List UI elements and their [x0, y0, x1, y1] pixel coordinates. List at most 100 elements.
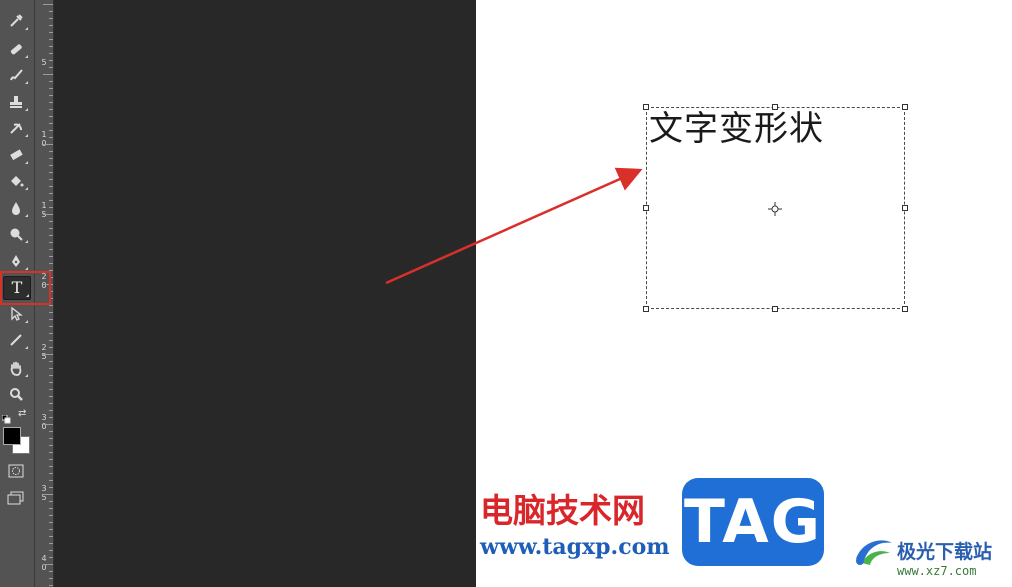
ruler-tick — [49, 46, 53, 47]
handle-bottom-center[interactable] — [772, 306, 778, 312]
ruler-tick — [43, 4, 53, 5]
ruler-tick — [49, 410, 53, 411]
brush-tool[interactable] — [3, 64, 29, 86]
ruler-tick — [49, 221, 53, 222]
ruler-tick — [49, 347, 53, 348]
ruler-tick — [49, 179, 53, 180]
hand-tool[interactable] — [3, 357, 29, 379]
ruler-tick — [49, 137, 53, 138]
watermark-partner-name: 极光下载站 — [897, 541, 993, 563]
ruler-label: 30 — [41, 413, 47, 431]
eraser-tool[interactable] — [3, 144, 29, 166]
ruler-tick — [49, 585, 53, 586]
eyedropper-icon — [10, 14, 23, 27]
ruler-tick — [49, 207, 53, 208]
eyedropper-tool[interactable] — [3, 10, 29, 32]
pen-icon — [12, 255, 20, 267]
ruler-tick — [49, 522, 53, 523]
pasteboard-area — [54, 0, 476, 587]
stamp-icon — [10, 96, 22, 108]
history-brush-icon — [10, 123, 22, 134]
zoom-tool[interactable] — [3, 383, 29, 405]
ruler-tick — [49, 312, 53, 313]
quick-mask-button[interactable] — [8, 463, 24, 478]
ruler-label: 5 — [41, 58, 47, 67]
ruler-tick — [49, 88, 53, 89]
screen-mode-button[interactable] — [7, 490, 25, 505]
ruler-label: 40 — [41, 554, 47, 572]
ruler-tick — [49, 60, 53, 61]
dodge-tool[interactable] — [3, 223, 29, 245]
ruler-tick — [49, 368, 53, 369]
clone-stamp-tool[interactable] — [3, 91, 29, 113]
handle-middle-left[interactable] — [643, 205, 649, 211]
path-selection-tool[interactable] — [3, 303, 29, 325]
ruler-tick — [49, 263, 53, 264]
ruler-label: 15 — [41, 201, 47, 219]
line-icon — [10, 334, 22, 346]
ruler-tick — [49, 375, 53, 376]
ruler-tick — [49, 242, 53, 243]
paint-bucket-tool[interactable] — [3, 170, 29, 192]
ruler-tick — [43, 564, 53, 565]
ruler-tick — [49, 256, 53, 257]
ruler-tick — [49, 571, 53, 572]
ruler-tick — [49, 417, 53, 418]
ruler-tick — [49, 529, 53, 530]
ruler-tick — [49, 438, 53, 439]
ruler-tick — [49, 445, 53, 446]
line-tool[interactable] — [3, 329, 29, 351]
hand-icon — [10, 361, 22, 376]
ruler-tick — [49, 326, 53, 327]
swap-colors-icon[interactable]: ⇄ — [18, 409, 28, 419]
ruler-tick — [49, 487, 53, 488]
ruler-tick — [49, 165, 53, 166]
ruler-tick — [43, 354, 53, 355]
pen-tool[interactable] — [3, 250, 29, 272]
ruler-tick — [49, 123, 53, 124]
ruler-tick — [49, 39, 53, 40]
transform-center-icon[interactable] — [767, 201, 783, 217]
ruler-tick — [49, 452, 53, 453]
ruler-tick — [49, 578, 53, 579]
ruler-tick — [49, 249, 53, 250]
ruler-tick — [49, 431, 53, 432]
ruler-tick — [49, 228, 53, 229]
watermark-site-name: 电脑技术网 — [480, 491, 645, 530]
screen-mode-icon — [7, 491, 24, 505]
healing-brush-tool[interactable] — [3, 38, 29, 60]
blur-tool[interactable] — [3, 197, 29, 219]
ruler-tick — [49, 550, 53, 551]
ruler-tick — [49, 466, 53, 467]
ruler-tick — [49, 67, 53, 68]
handle-bottom-left[interactable] — [643, 306, 649, 312]
ruler-tick — [43, 424, 53, 425]
canvas-text-layer[interactable]: 文字变形状 — [649, 101, 824, 150]
history-brush-tool[interactable] — [3, 117, 29, 139]
droplet-icon — [12, 202, 20, 215]
aurora-logo-icon — [856, 540, 892, 565]
ruler-label: 25 — [41, 343, 47, 361]
ruler-tick — [49, 361, 53, 362]
ruler-tick — [49, 459, 53, 460]
ruler-tick — [49, 319, 53, 320]
ruler-tick — [49, 340, 53, 341]
default-colors-icon[interactable] — [1, 409, 11, 424]
watermark-site-url: www.tagxp.com — [480, 534, 670, 560]
ruler-tick — [49, 32, 53, 33]
handle-bottom-right[interactable] — [902, 306, 908, 312]
ruler-tick — [49, 151, 53, 152]
handle-top-right[interactable] — [902, 104, 908, 110]
ruler-tick — [49, 109, 53, 110]
ruler-tick — [49, 480, 53, 481]
ruler-tick — [43, 74, 53, 75]
ruler-tick — [49, 95, 53, 96]
ruler-tick — [49, 557, 53, 558]
watermark-tag-logo: TAG — [682, 478, 824, 566]
ruler-tick — [43, 494, 53, 495]
ruler-tick — [49, 403, 53, 404]
ruler-tick — [49, 18, 53, 19]
magnifier-icon — [10, 388, 23, 401]
handle-middle-right[interactable] — [902, 205, 908, 211]
foreground-color-swatch[interactable] — [3, 427, 21, 445]
